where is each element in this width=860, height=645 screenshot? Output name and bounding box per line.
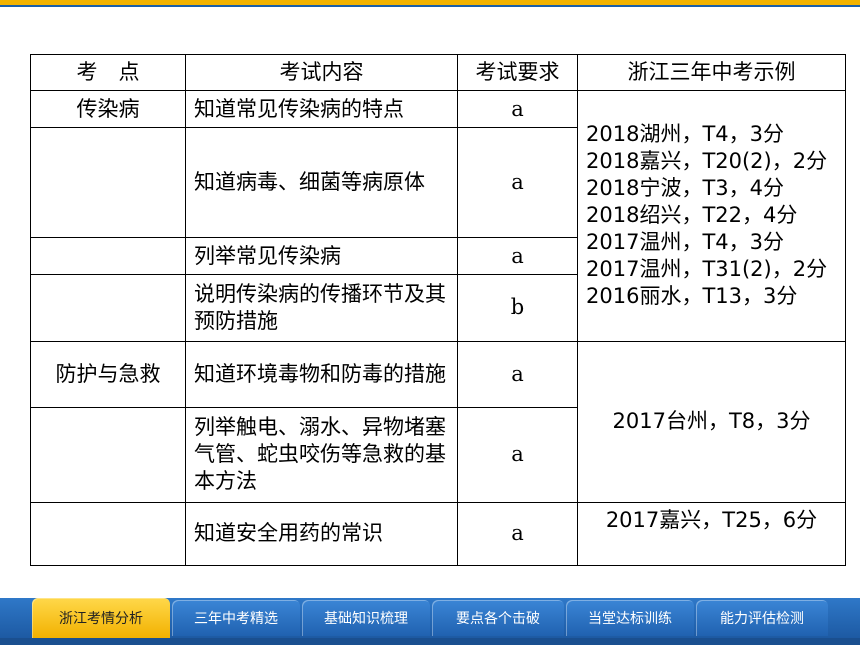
requirement-cell: a bbox=[457, 501, 578, 567]
example-line: 2017嘉兴，T25，6分 bbox=[605, 507, 818, 532]
content-cell: 列举触电、溺水、异物堵塞气管、蛇虫咬伤等急救的基本方法 bbox=[185, 406, 458, 503]
header-examples: 浙江三年中考示例 bbox=[577, 53, 846, 92]
table-row: 防护与急救 知道环境毒物和防毒的措施 a 2017台州，T8，3分 bbox=[30, 340, 846, 503]
content-cell: 知道常见传染病的特点 bbox=[185, 90, 458, 129]
tab-key-points[interactable]: 要点各个击破 bbox=[432, 600, 564, 636]
header-topic: 考 点 bbox=[30, 53, 186, 92]
topic-cell bbox=[30, 127, 186, 239]
topic-cell: 防护与急救 bbox=[30, 340, 186, 408]
tab-three-year-selection[interactable]: 三年中考精选 bbox=[172, 600, 300, 636]
header-requirement: 考试要求 bbox=[457, 53, 578, 92]
example-line: 2018绍兴，T22，4分 bbox=[586, 203, 798, 228]
requirement-cell: a bbox=[457, 406, 578, 503]
requirement-cell: a bbox=[457, 237, 578, 276]
tab-ability-assessment[interactable]: 能力评估检测 bbox=[696, 600, 828, 636]
requirement-cell: a bbox=[457, 340, 578, 408]
example-line: 2018湖州，T4，3分 bbox=[586, 122, 784, 147]
table-row: 传染病 知道常见传染病的特点 a 2018湖州，T4，3分 2018嘉兴，T20… bbox=[30, 90, 846, 342]
examples-cell-medication: 2017嘉兴，T25，6分 bbox=[577, 501, 846, 567]
tab-zhejiang-analysis[interactable]: 浙江考情分析 bbox=[32, 598, 170, 638]
tab-class-practice[interactable]: 当堂达标训练 bbox=[566, 600, 694, 636]
top-accent-line bbox=[0, 5, 860, 7]
topic-cell bbox=[30, 406, 186, 503]
example-line: 2017台州，T8，3分 bbox=[612, 409, 811, 434]
example-line: 2017温州，T31(2)，2分 bbox=[586, 257, 828, 282]
examples-cell-protection: 2017台州，T8，3分 bbox=[577, 340, 846, 503]
content-cell: 知道安全用药的常识 bbox=[185, 501, 458, 567]
header-content: 考试内容 bbox=[185, 53, 458, 92]
example-line: 2018嘉兴，T20(2)，2分 bbox=[586, 149, 828, 174]
example-line: 2018宁波，T3，4分 bbox=[586, 176, 784, 201]
topic-cell bbox=[30, 274, 186, 342]
table-header-row: 考 点 考试内容 考试要求 浙江三年中考示例 bbox=[30, 53, 846, 92]
content-cell: 知道环境毒物和防毒的措施 bbox=[185, 340, 458, 408]
exam-points-table: 考 点 考试内容 考试要求 浙江三年中考示例 传染病 知道常见传染病的特点 a … bbox=[30, 53, 846, 567]
table-row: 知道安全用药的常识 a 2017嘉兴，T25，6分 bbox=[30, 501, 846, 567]
requirement-cell: a bbox=[457, 127, 578, 239]
content-cell: 说明传染病的传播环节及其预防措施 bbox=[185, 274, 458, 342]
topic-cell bbox=[30, 237, 186, 276]
requirement-cell: a bbox=[457, 90, 578, 129]
topic-cell bbox=[30, 501, 186, 567]
tab-basic-knowledge[interactable]: 基础知识梳理 bbox=[302, 600, 430, 636]
requirement-cell: b bbox=[457, 274, 578, 342]
content-cell: 知道病毒、细菌等病原体 bbox=[185, 127, 458, 239]
examples-cell-infectious: 2018湖州，T4，3分 2018嘉兴，T20(2)，2分 2018宁波，T3，… bbox=[577, 90, 846, 342]
example-line: 2016丽水，T13，3分 bbox=[586, 284, 798, 309]
content-cell: 列举常见传染病 bbox=[185, 237, 458, 276]
example-line: 2017温州，T4，3分 bbox=[586, 230, 784, 255]
topic-cell: 传染病 bbox=[30, 90, 186, 129]
bottom-nav-base bbox=[0, 638, 860, 645]
